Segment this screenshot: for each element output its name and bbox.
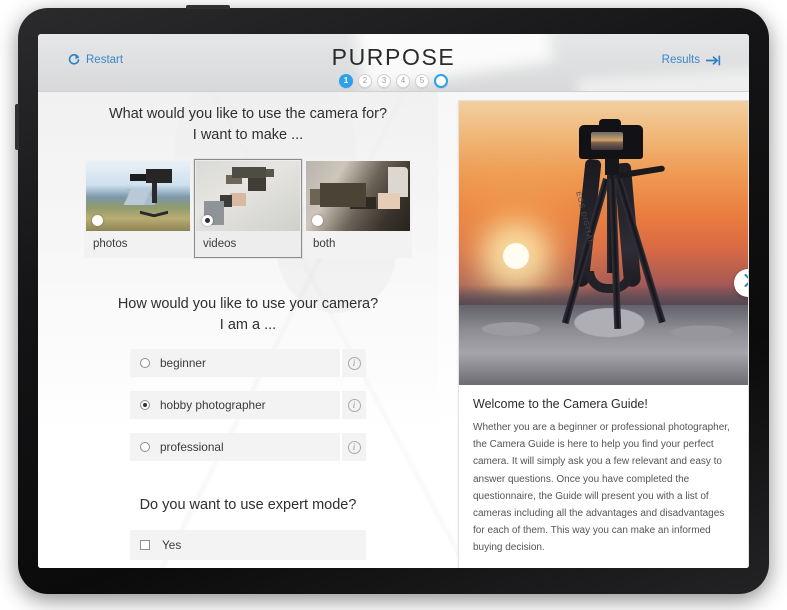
app-header: Restart PURPOSE 1 2 3 4 5 Results: [38, 34, 749, 92]
info-heading: Welcome to the Camera Guide!: [473, 397, 648, 411]
radio-option-hobby-photographer-body[interactable]: hobby photographer: [130, 391, 340, 420]
radio-hobby-photographer-circle[interactable]: [140, 400, 150, 411]
image-option-photos[interactable]: photos: [84, 159, 192, 259]
question-3-line1: Do you want to use expert mode?: [139, 497, 357, 514]
info-card: EOS DIGITAL Welcome to the Camera Guide!…: [458, 100, 749, 568]
page-title: PURPOSE: [331, 44, 456, 70]
step-dot-3[interactable]: 3: [377, 74, 391, 88]
radio-option-professional-body[interactable]: professional: [130, 433, 340, 462]
info-text-block: Welcome to the Camera Guide! Whether you…: [459, 385, 748, 568]
radio-option-beginner[interactable]: beginner i: [130, 349, 366, 378]
checkbox-expert-mode[interactable]: Yes: [130, 529, 366, 560]
image-option-videos-label: videos: [203, 238, 237, 251]
image-option-photos-thumb: [86, 161, 190, 232]
image-option-both[interactable]: both: [304, 159, 412, 259]
step-indicator: 1 2 3 4 5: [38, 74, 749, 88]
tablet-screen: Restart PURPOSE 1 2 3 4 5 Results What w…: [38, 34, 749, 568]
results-label: Results: [661, 54, 700, 66]
arrow-to-end-icon: [706, 55, 721, 66]
image-option-videos-thumb: [196, 161, 300, 232]
checkbox-expert-mode-box[interactable]: [140, 539, 150, 550]
info-body: Whether you are a beginner or profession…: [473, 422, 730, 554]
step-dot-4[interactable]: 4: [396, 74, 410, 88]
step-dot-results[interactable]: [434, 74, 448, 88]
question-1-line2: I want to make ...: [192, 126, 304, 143]
question-2-title: How would you like to use your camera? I…: [48, 294, 448, 335]
content-row: What would you like to use the camera fo…: [38, 92, 749, 568]
image-option-both-label: both: [313, 238, 336, 251]
step-dot-5[interactable]: 5: [415, 74, 429, 88]
image-choice-group: photos videos both: [48, 159, 448, 259]
radio-option-professional-info[interactable]: i: [340, 433, 366, 462]
radio-option-hobby-photographer[interactable]: hobby photographer i: [130, 391, 366, 420]
radio-option-beginner-info[interactable]: i: [340, 349, 366, 378]
radio-group-experience: beginner i hobby photographer i professi…: [48, 349, 448, 462]
image-option-both-thumb: [306, 161, 410, 232]
radio-option-beginner-label: beginner: [160, 356, 206, 371]
checkbox-expert-mode-label: Yes: [162, 537, 182, 552]
step-dot-1[interactable]: 1: [339, 74, 353, 88]
image-option-videos[interactable]: videos: [194, 159, 302, 259]
refresh-icon: [68, 54, 80, 66]
radio-professional-circle[interactable]: [140, 442, 150, 453]
questionnaire-column: What would you like to use the camera fo…: [38, 92, 458, 568]
radio-beginner-circle[interactable]: [140, 358, 150, 369]
radio-option-professional[interactable]: professional i: [130, 433, 366, 462]
tablet-device-frame: Restart PURPOSE 1 2 3 4 5 Results What w…: [15, 5, 769, 594]
restart-button[interactable]: Restart: [68, 54, 123, 66]
info-panel-column: EOS DIGITAL Welcome to the Camera Guide!…: [458, 92, 749, 568]
radio-option-hobby-photographer-label: hobby photographer: [160, 398, 266, 413]
camera-screen: [591, 132, 623, 150]
page-body: What would you like to use the camera fo…: [38, 92, 749, 568]
question-3-title: Do you want to use expert mode?: [48, 495, 448, 516]
radio-option-hobby-photographer-info[interactable]: i: [340, 391, 366, 420]
sun: [503, 243, 529, 269]
info-icon[interactable]: i: [347, 356, 361, 370]
tripod-head: [605, 159, 619, 175]
restart-label: Restart: [86, 54, 124, 66]
radio-option-beginner-body[interactable]: beginner: [130, 349, 340, 378]
question-2-line2: I am a ...: [219, 316, 277, 333]
question-2-line1: How would you like to use your camera?: [117, 296, 379, 313]
question-1-title: What would you like to use the camera fo…: [48, 104, 448, 145]
radio-option-professional-label: professional: [160, 440, 224, 455]
chevron-right-icon: [744, 274, 748, 292]
strap-loop: [585, 271, 635, 293]
results-button[interactable]: Results: [662, 54, 721, 66]
info-icon[interactable]: i: [347, 398, 361, 412]
info-icon[interactable]: i: [347, 440, 361, 454]
hero-image: EOS DIGITAL: [459, 101, 748, 385]
question-1-line1: What would you like to use the camera fo…: [108, 106, 388, 122]
step-dot-2[interactable]: 2: [358, 74, 372, 88]
camera-tripod-silhouette: EOS DIGITAL: [555, 119, 666, 365]
image-option-photos-label: photos: [93, 238, 128, 251]
